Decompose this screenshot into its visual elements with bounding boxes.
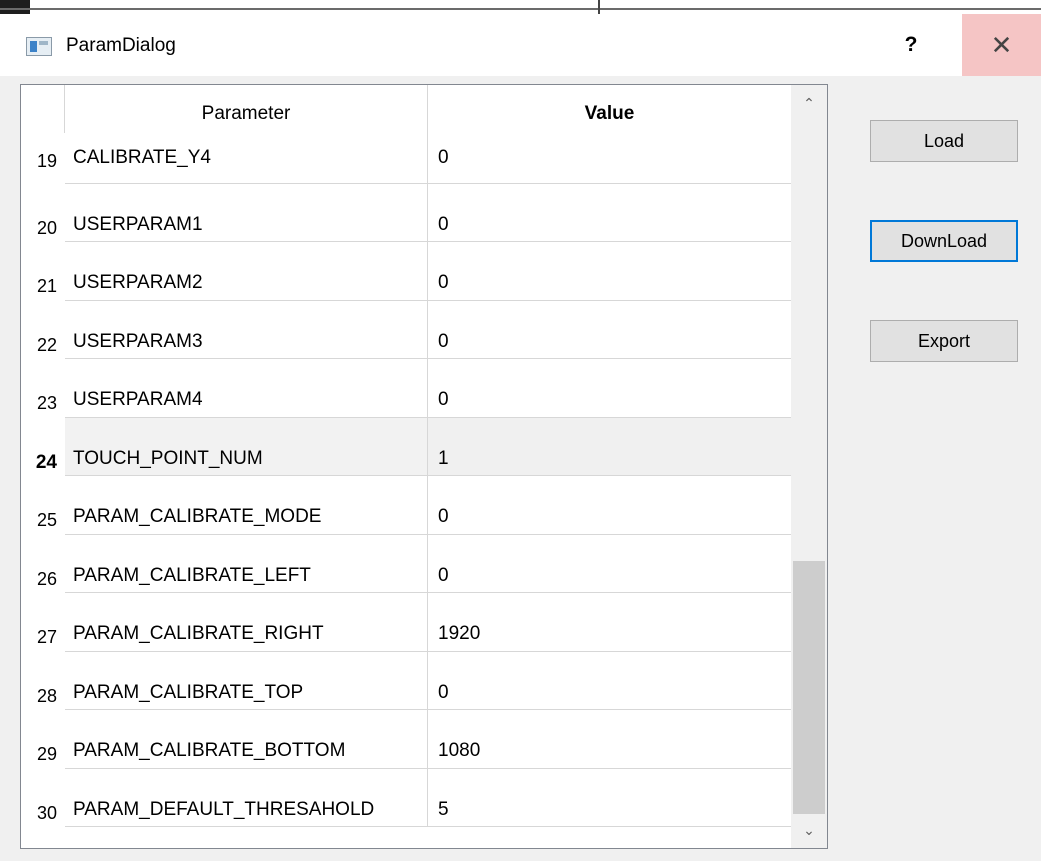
value-cell[interactable]: 5 xyxy=(428,769,791,827)
value-cell[interactable]: 1 xyxy=(428,417,791,476)
row-number[interactable]: 20 xyxy=(21,183,65,242)
title-bar[interactable]: ParamDialog ? ✕ xyxy=(0,14,1041,76)
table-body: 19 CALIBRATE_Y4 0 20 USERPARAM1 0 21 USERPARAM2… xyxy=(21,125,791,827)
table-row[interactable]: 28 PARAM_CALIBRATE_TOP 0 xyxy=(21,651,791,710)
row-number[interactable]: 24 xyxy=(21,417,65,476)
load-button[interactable]: Load xyxy=(870,120,1018,162)
close-button[interactable]: ✕ xyxy=(962,14,1041,76)
background-window-strip xyxy=(0,0,1041,14)
window-title: ParamDialog xyxy=(66,35,176,56)
table-row[interactable]: 19 CALIBRATE_Y4 0 xyxy=(21,125,791,184)
parameter-cell[interactable]: PARAM_CALIBRATE_BOTTOM xyxy=(65,710,428,769)
table-row[interactable]: 26 PARAM_CALIBRATE_LEFT 0 xyxy=(21,534,791,593)
chevron-down-icon[interactable]: ⌄ xyxy=(791,812,827,848)
value-cell[interactable]: 0 xyxy=(428,301,791,359)
row-number[interactable]: 30 xyxy=(21,768,65,827)
scrollbar-thumb[interactable] xyxy=(793,561,825,814)
value-cell[interactable]: 0 xyxy=(428,184,791,242)
row-number[interactable]: 21 xyxy=(21,242,65,301)
background-window-border xyxy=(0,8,1041,10)
param-table[interactable]: 19 CALIBRATE_Y4 0 20 USERPARAM1 0 21 USERPARAM2… xyxy=(20,84,828,849)
value-cell[interactable]: 0 xyxy=(428,652,791,710)
app-window-icon xyxy=(26,37,52,56)
parameter-cell[interactable]: PARAM_DEFAULT_THRESAHOLD xyxy=(65,768,428,827)
parameter-cell[interactable]: USERPARAM2 xyxy=(65,242,428,301)
row-number[interactable]: 26 xyxy=(21,534,65,593)
parameter-cell[interactable]: PARAM_CALIBRATE_RIGHT xyxy=(65,593,428,652)
value-cell[interactable]: 0 xyxy=(428,359,791,418)
export-button[interactable]: Export xyxy=(870,320,1018,362)
parameter-cell[interactable]: PARAM_CALIBRATE_TOP xyxy=(65,651,428,710)
help-button[interactable]: ? xyxy=(868,14,954,76)
parameter-cell[interactable]: USERPARAM3 xyxy=(65,300,428,359)
value-cell[interactable]: 0 xyxy=(428,125,791,184)
table-row[interactable]: 27 PARAM_CALIBRATE_RIGHT 1920 xyxy=(21,593,791,652)
row-number[interactable]: 27 xyxy=(21,593,65,652)
parameter-cell[interactable]: USERPARAM1 xyxy=(65,183,428,242)
column-header-parameter[interactable]: Parameter xyxy=(65,85,428,133)
parameter-cell[interactable]: PARAM_CALIBRATE_LEFT xyxy=(65,534,428,593)
table-header: Parameter Value xyxy=(21,85,791,133)
table-row[interactable]: 25 PARAM_CALIBRATE_MODE 0 xyxy=(21,476,791,535)
column-header-value[interactable]: Value xyxy=(428,85,791,133)
value-cell[interactable]: 0 xyxy=(428,242,791,301)
table-row[interactable]: 23 USERPARAM4 0 xyxy=(21,359,791,418)
table-row[interactable]: 30 PARAM_DEFAULT_THRESAHOLD 5 xyxy=(21,768,791,827)
row-number[interactable]: 29 xyxy=(21,710,65,769)
download-button[interactable]: DownLoad xyxy=(870,220,1018,262)
parameter-cell[interactable]: PARAM_CALIBRATE_MODE xyxy=(65,476,428,535)
parameter-cell[interactable]: CALIBRATE_Y4 xyxy=(65,125,428,184)
value-cell[interactable]: 1080 xyxy=(428,710,791,769)
value-cell[interactable]: 0 xyxy=(428,476,791,535)
parameter-cell[interactable]: TOUCH_POINT_NUM xyxy=(65,417,428,476)
table-row[interactable]: 22 USERPARAM3 0 xyxy=(21,300,791,359)
row-number[interactable]: 25 xyxy=(21,476,65,535)
parameter-cell[interactable]: USERPARAM4 xyxy=(65,359,428,418)
table-row[interactable]: 20 USERPARAM1 0 xyxy=(21,183,791,242)
background-window-edge xyxy=(0,0,30,14)
row-number[interactable]: 19 xyxy=(21,125,65,184)
value-cell[interactable]: 1920 xyxy=(428,593,791,652)
vertical-scrollbar[interactable]: ⌃ ⌄ xyxy=(791,85,827,848)
table-row[interactable]: 29 PARAM_CALIBRATE_BOTTOM 1080 xyxy=(21,710,791,769)
chevron-up-icon[interactable]: ⌃ xyxy=(791,85,827,121)
row-number[interactable]: 23 xyxy=(21,359,65,418)
value-cell[interactable]: 0 xyxy=(428,535,791,593)
table-row[interactable]: 24 TOUCH_POINT_NUM 1 xyxy=(21,417,791,476)
table-corner xyxy=(21,85,65,133)
background-window-divider xyxy=(598,0,600,14)
row-number[interactable]: 22 xyxy=(21,300,65,359)
row-number[interactable]: 28 xyxy=(21,651,65,710)
table-row[interactable]: 21 USERPARAM2 0 xyxy=(21,242,791,301)
